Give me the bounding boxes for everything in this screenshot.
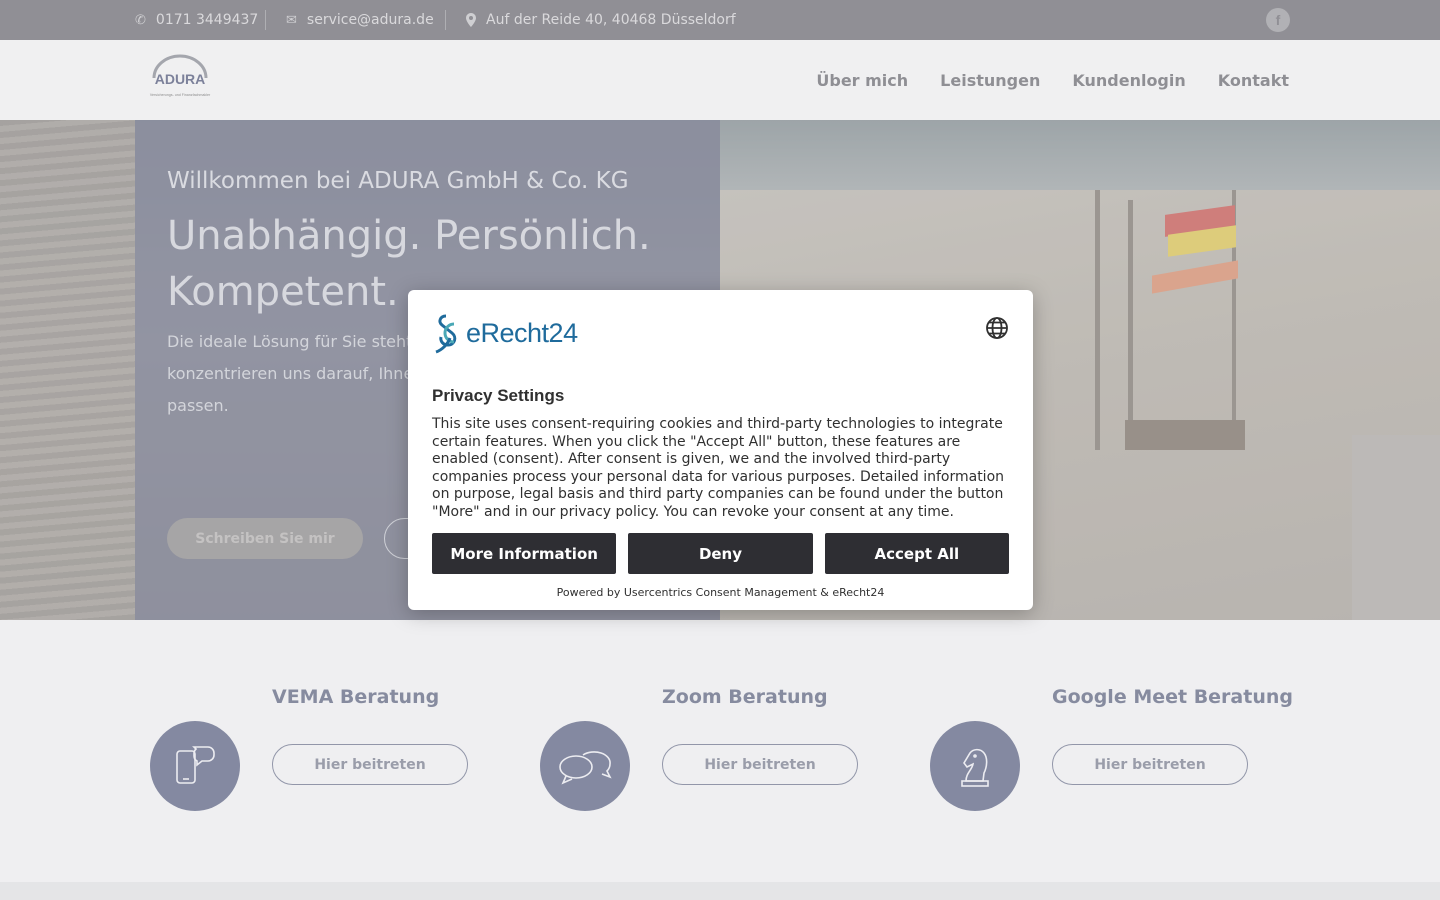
deny-button[interactable]: Deny (628, 533, 813, 574)
privacy-settings-dialog: eRecht24 Privacy Settings This site uses… (408, 290, 1033, 610)
more-information-button[interactable]: More Information (432, 533, 617, 574)
globe-icon[interactable] (985, 316, 1009, 340)
consent-actions: More Information Deny Accept All (432, 533, 1009, 574)
powered-by-text: Powered by Usercentrics Consent Manageme… (556, 586, 885, 599)
accept-all-button[interactable]: Accept All (824, 533, 1009, 574)
privacy-settings-title: Privacy Settings (432, 386, 565, 405)
erecht24-emblem-icon (435, 314, 457, 354)
erecht24-logo: eRecht24 (432, 314, 602, 356)
erecht24-wordmark: eRecht24 (466, 318, 578, 348)
privacy-description: This site uses consent-requiring cookies… (432, 416, 1005, 520)
